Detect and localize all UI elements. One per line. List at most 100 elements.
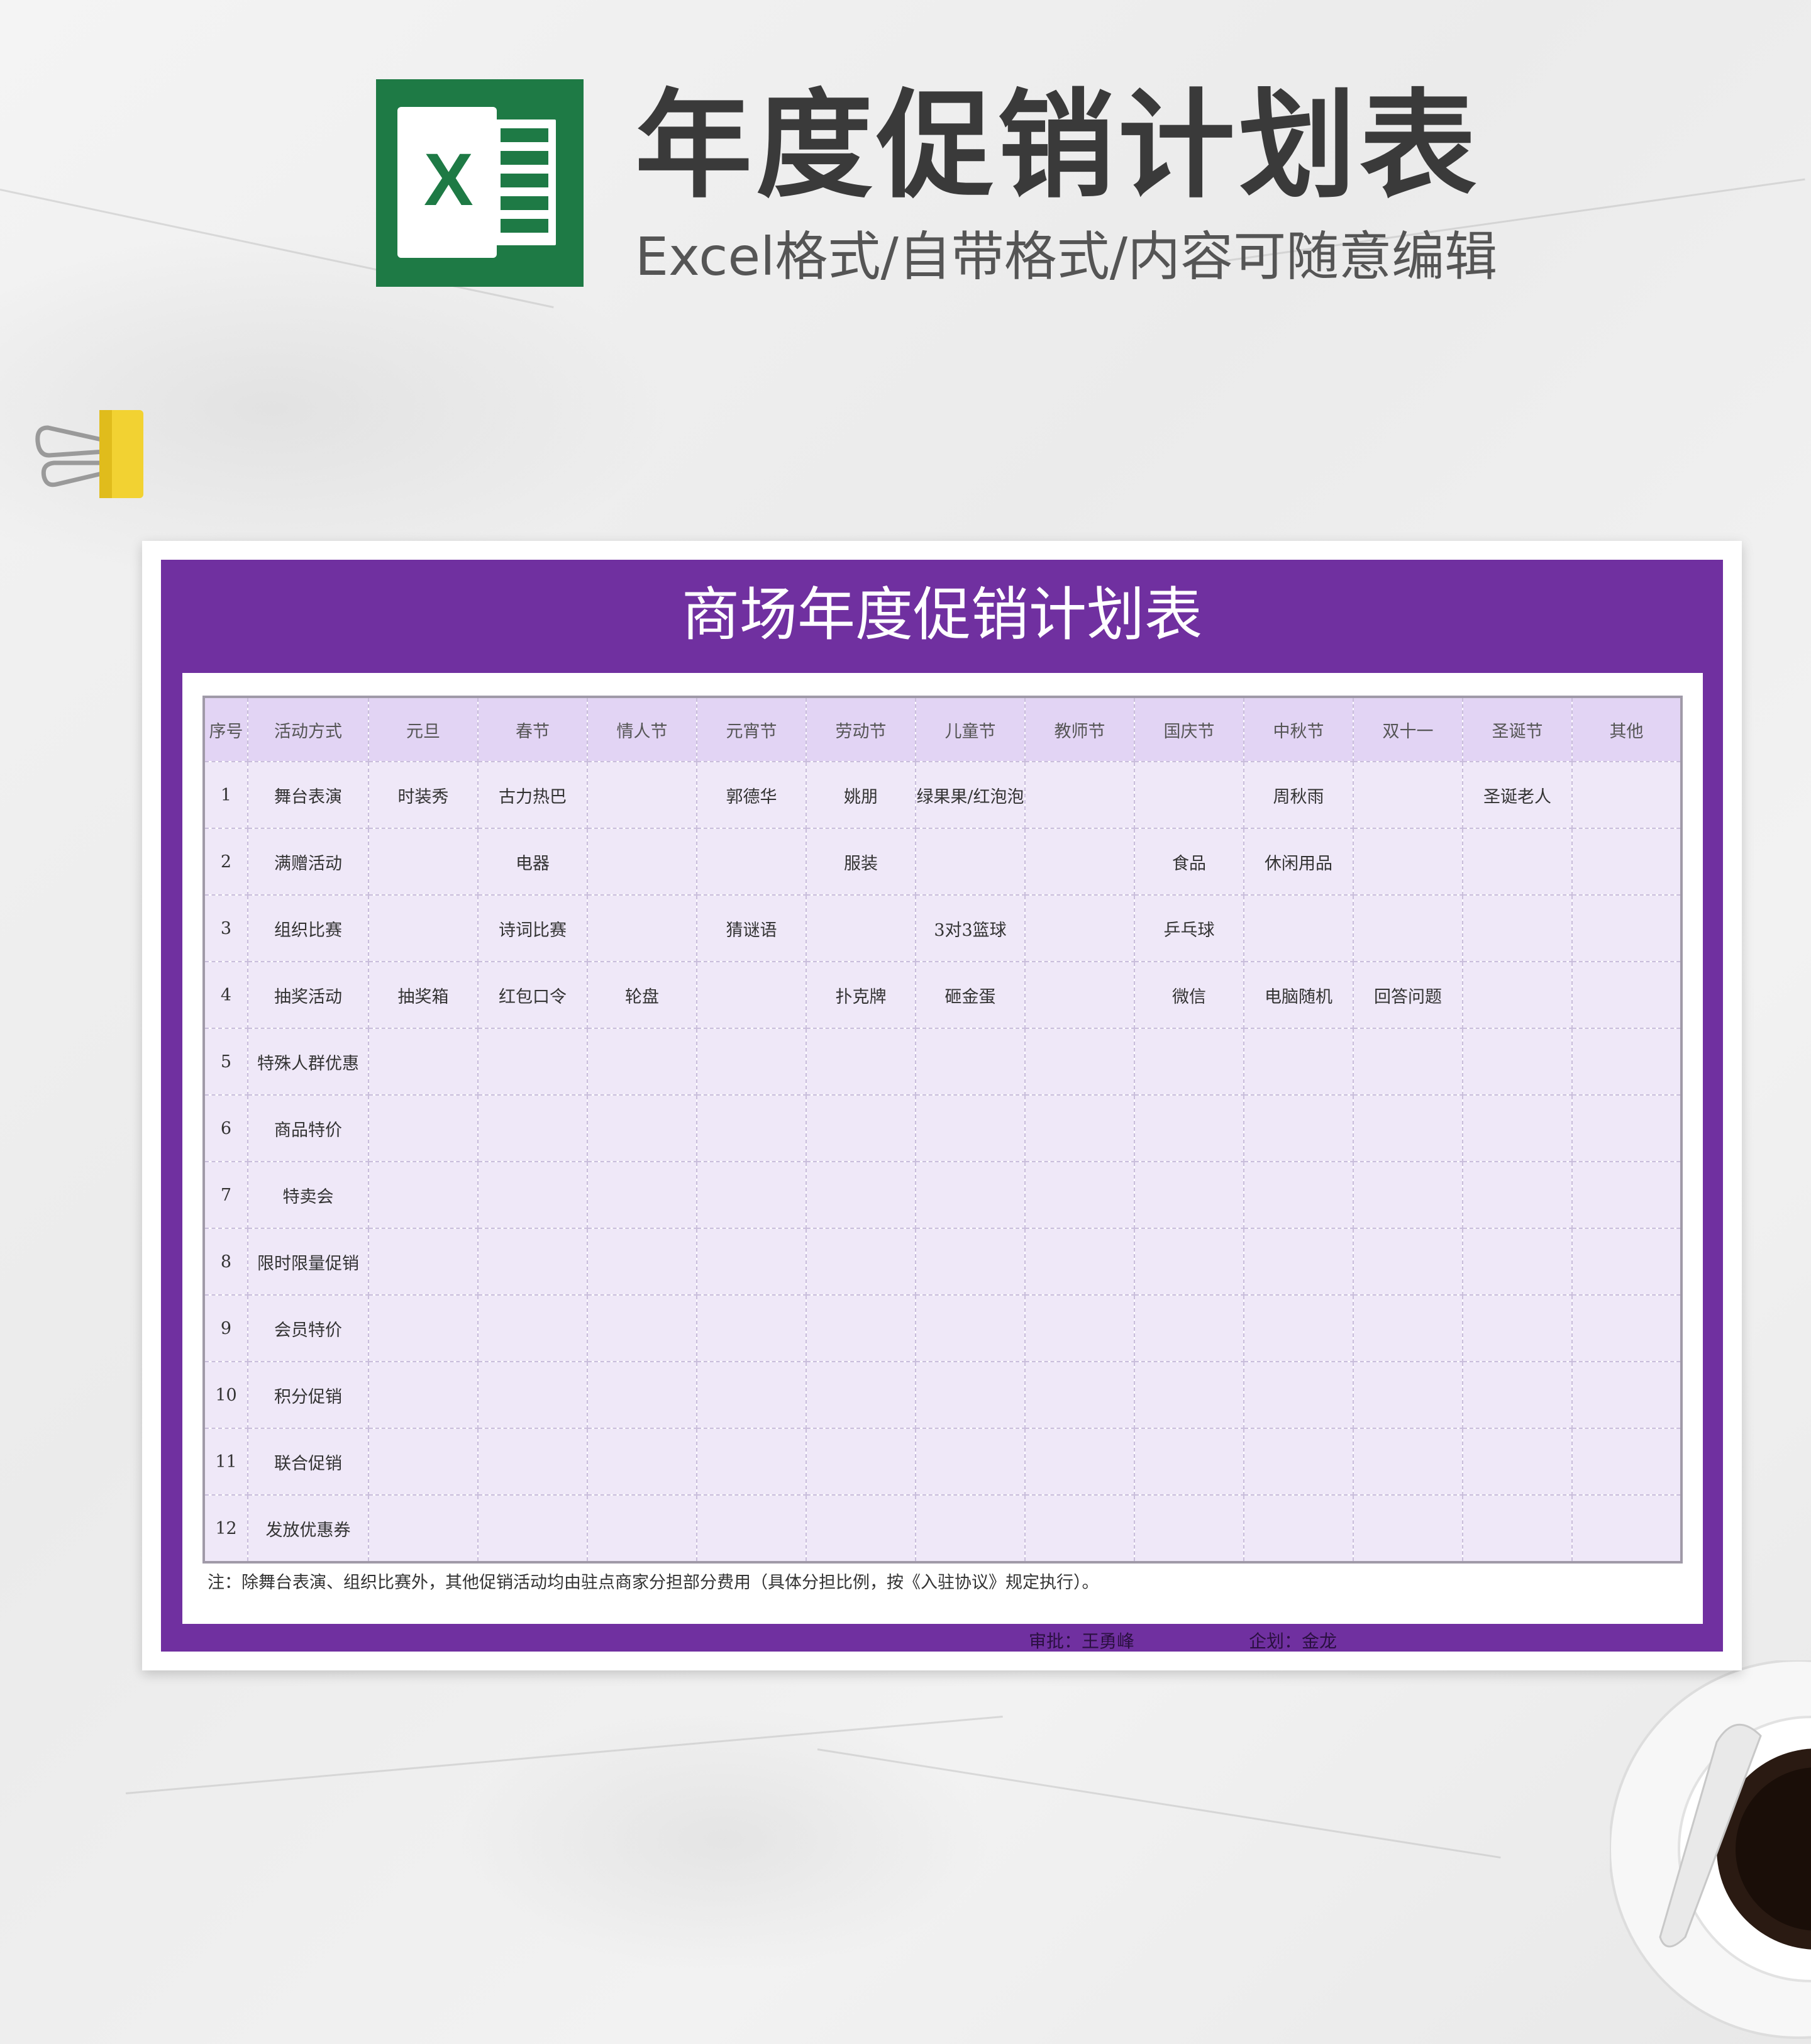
table-cell[interactable]: 回答问题 <box>1353 961 1463 1029</box>
table-cell[interactable]: 周秋雨 <box>1243 761 1354 829</box>
table-cell[interactable] <box>1353 828 1463 896</box>
table-cell[interactable] <box>1243 1361 1354 1429</box>
table-cell[interactable] <box>1462 1228 1573 1296</box>
table-cell[interactable] <box>1571 1494 1682 1563</box>
table-cell[interactable] <box>806 1161 916 1229</box>
table-cell[interactable] <box>1571 1294 1682 1362</box>
table-cell[interactable] <box>368 894 479 962</box>
table-cell[interactable] <box>915 1028 1026 1096</box>
table-cell[interactable] <box>1134 1361 1244 1429</box>
table-cell[interactable] <box>1243 1028 1354 1096</box>
table-cell[interactable] <box>477 1228 588 1296</box>
table-cell[interactable]: 红包口令 <box>477 961 588 1029</box>
table-cell[interactable] <box>696 828 807 896</box>
table-cell[interactable] <box>1353 1094 1463 1162</box>
table-cell[interactable]: 3 <box>203 894 248 962</box>
column-header[interactable]: 中秋节 <box>1243 696 1354 762</box>
table-cell[interactable]: 抽奖箱 <box>368 961 479 1029</box>
table-cell[interactable] <box>806 1494 916 1563</box>
table-cell[interactable] <box>696 1428 807 1496</box>
table-cell[interactable] <box>1024 1228 1135 1296</box>
table-cell[interactable] <box>587 828 697 896</box>
table-cell[interactable]: 10 <box>203 1361 248 1429</box>
table-cell[interactable]: 绿果果/红泡泡 <box>915 761 1026 829</box>
table-cell[interactable] <box>1134 1228 1244 1296</box>
table-cell[interactable]: 猜谜语 <box>696 894 807 962</box>
table-cell[interactable]: 舞台表演 <box>247 761 369 829</box>
table-cell[interactable] <box>1571 961 1682 1029</box>
table-cell[interactable] <box>1571 1094 1682 1162</box>
table-cell[interactable]: 1 <box>203 761 248 829</box>
table-cell[interactable] <box>915 1361 1026 1429</box>
table-cell[interactable] <box>368 1294 479 1362</box>
table-cell[interactable] <box>1462 1361 1573 1429</box>
table-cell[interactable] <box>587 1294 697 1362</box>
table-cell[interactable]: 圣诞老人 <box>1462 761 1573 829</box>
table-cell[interactable] <box>1134 1494 1244 1563</box>
table-cell[interactable] <box>477 1494 588 1563</box>
table-cell[interactable] <box>696 1494 807 1563</box>
table-cell[interactable] <box>477 1361 588 1429</box>
table-cell[interactable] <box>1024 1494 1135 1563</box>
table-cell[interactable]: 电脑随机 <box>1243 961 1354 1029</box>
column-header[interactable]: 春节 <box>477 696 588 762</box>
table-cell[interactable] <box>696 1294 807 1362</box>
table-cell[interactable] <box>1571 1361 1682 1429</box>
table-cell[interactable] <box>1571 1028 1682 1096</box>
table-cell[interactable]: 诗词比赛 <box>477 894 588 962</box>
table-cell[interactable]: 砸金蛋 <box>915 961 1026 1029</box>
column-header[interactable]: 双十一 <box>1353 696 1463 762</box>
table-cell[interactable] <box>1024 1161 1135 1229</box>
table-cell[interactable] <box>1243 1494 1354 1563</box>
table-cell[interactable]: 抽奖活动 <box>247 961 369 1029</box>
table-cell[interactable] <box>696 961 807 1029</box>
table-cell[interactable] <box>477 1028 588 1096</box>
table-cell[interactable] <box>1462 1428 1573 1496</box>
table-cell[interactable] <box>806 1228 916 1296</box>
table-cell[interactable] <box>1024 1428 1135 1496</box>
table-cell[interactable] <box>368 1428 479 1496</box>
table-cell[interactable]: 郭德华 <box>696 761 807 829</box>
table-cell[interactable] <box>806 1294 916 1362</box>
column-header[interactable]: 国庆节 <box>1134 696 1244 762</box>
table-cell[interactable] <box>587 761 697 829</box>
table-cell[interactable]: 扑克牌 <box>806 961 916 1029</box>
table-cell[interactable] <box>806 894 916 962</box>
column-header[interactable]: 圣诞节 <box>1462 696 1573 762</box>
table-cell[interactable] <box>1353 1361 1463 1429</box>
table-cell[interactable] <box>1024 1028 1135 1096</box>
table-cell[interactable]: 积分促销 <box>247 1361 369 1429</box>
table-cell[interactable]: 组织比赛 <box>247 894 369 962</box>
table-cell[interactable] <box>696 1028 807 1096</box>
table-cell[interactable]: 乒乓球 <box>1134 894 1244 962</box>
table-cell[interactable]: 7 <box>203 1161 248 1229</box>
table-cell[interactable] <box>1462 1294 1573 1362</box>
table-cell[interactable] <box>1243 1294 1354 1362</box>
table-cell[interactable]: 11 <box>203 1428 248 1496</box>
table-cell[interactable] <box>915 1494 1026 1563</box>
table-cell[interactable] <box>587 1028 697 1096</box>
table-cell[interactable]: 电器 <box>477 828 588 896</box>
table-cell[interactable] <box>368 1228 479 1296</box>
table-cell[interactable] <box>915 1228 1026 1296</box>
table-cell[interactable]: 3对3篮球 <box>915 894 1026 962</box>
table-cell[interactable] <box>915 1161 1026 1229</box>
table-cell[interactable] <box>368 1028 479 1096</box>
table-cell[interactable] <box>1134 1428 1244 1496</box>
table-cell[interactable] <box>587 1228 697 1296</box>
table-cell[interactable]: 发放优惠券 <box>247 1494 369 1563</box>
column-header[interactable]: 儿童节 <box>915 696 1026 762</box>
table-cell[interactable]: 5 <box>203 1028 248 1096</box>
table-cell[interactable] <box>1134 761 1244 829</box>
table-cell[interactable] <box>1462 1494 1573 1563</box>
table-cell[interactable] <box>368 828 479 896</box>
table-cell[interactable] <box>1353 1428 1463 1496</box>
table-cell[interactable] <box>477 1094 588 1162</box>
table-cell[interactable] <box>1462 1028 1573 1096</box>
table-cell[interactable] <box>1571 828 1682 896</box>
column-header[interactable]: 元旦 <box>368 696 479 762</box>
table-cell[interactable] <box>1134 1294 1244 1362</box>
table-cell[interactable] <box>1462 1161 1573 1229</box>
table-cell[interactable]: 2 <box>203 828 248 896</box>
table-cell[interactable] <box>1243 1428 1354 1496</box>
